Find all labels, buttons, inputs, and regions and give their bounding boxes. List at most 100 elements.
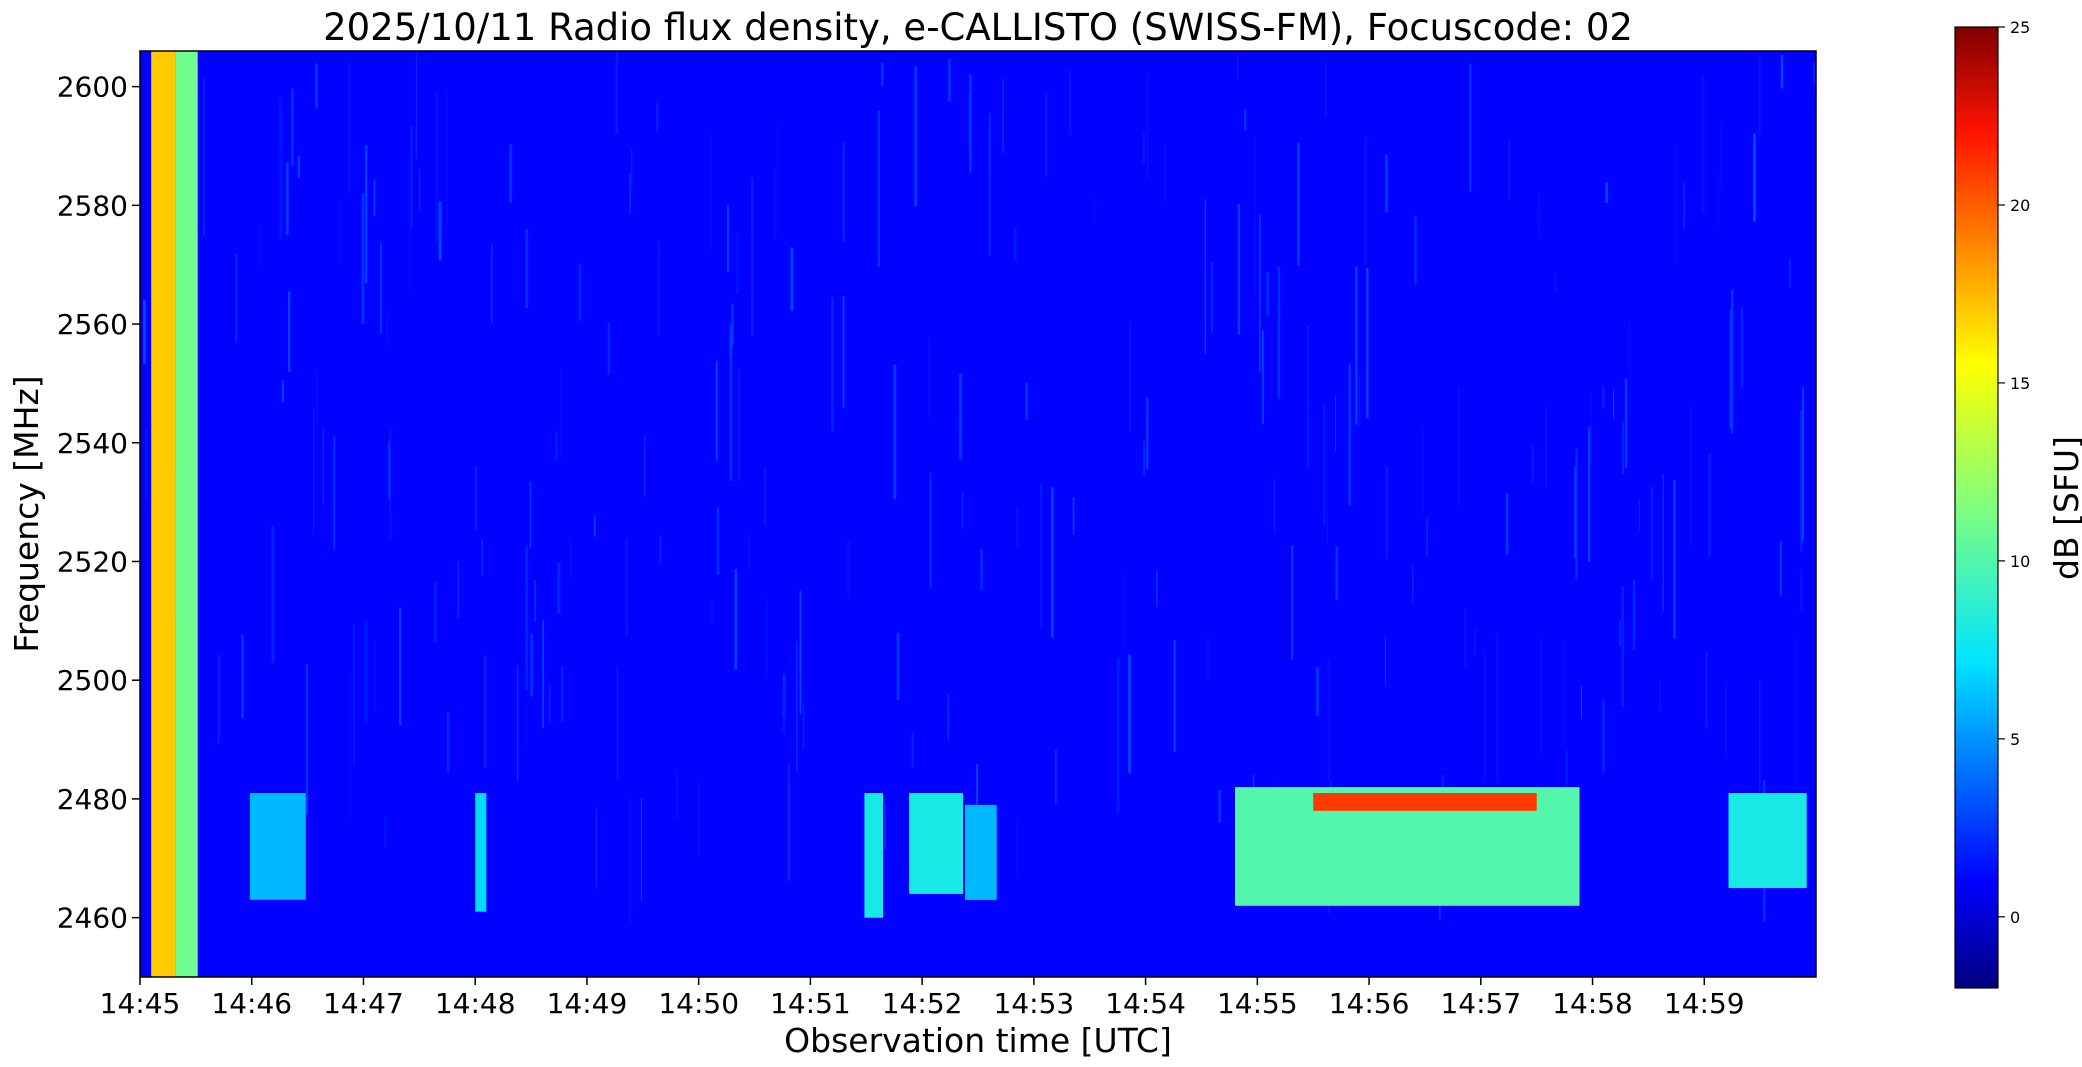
noise-streak: [1605, 182, 1608, 203]
noise-streak: [1358, 374, 1361, 427]
noise-streak: [1800, 569, 1803, 612]
noise-streak: [763, 467, 766, 525]
noise-streak: [1069, 70, 1072, 136]
noise-streak: [1780, 55, 1784, 89]
noise-streak: [1505, 492, 1509, 555]
noise-streak: [716, 507, 720, 575]
noise-streak: [594, 516, 596, 537]
noise-streak: [1495, 633, 1499, 782]
noise-streak: [380, 242, 382, 334]
x-tick-label: 14:58: [1552, 987, 1633, 1020]
noise-streak: [1297, 142, 1300, 266]
noise-streak: [947, 693, 949, 741]
noise-streak: [1054, 749, 1057, 805]
noise-streak: [1335, 394, 1337, 452]
colorbar-tick-label: 5: [2010, 730, 2020, 749]
noise-streak: [1662, 473, 1664, 612]
noise-streak: [734, 569, 737, 670]
noise-streak: [1473, 630, 1477, 656]
noise-streak: [438, 201, 442, 261]
noise-streak: [1366, 267, 1369, 419]
noise-streak: [790, 247, 794, 312]
burst-4: [909, 793, 964, 894]
noise-streak: [796, 641, 798, 772]
noise-streak: [1016, 816, 1018, 877]
noise-streak: [322, 427, 324, 506]
noise-streak: [203, 78, 205, 237]
x-tick-label: 14:50: [658, 987, 739, 1020]
noise-streak: [675, 771, 678, 819]
noise-streak: [315, 369, 318, 421]
noise-streak: [1613, 389, 1615, 419]
x-tick-label: 14:56: [1329, 987, 1410, 1020]
noise-streak: [1325, 61, 1327, 116]
noise-streak: [1740, 306, 1743, 389]
noise-streak: [561, 666, 564, 722]
noise-streak: [709, 133, 712, 250]
noise-streak: [1574, 466, 1576, 559]
noise-streak: [364, 620, 368, 724]
noise-streak: [241, 634, 244, 719]
noise-streak: [1025, 382, 1028, 420]
noise-streak: [418, 167, 421, 212]
noise-streak: [446, 91, 448, 236]
noise-streak: [415, 51, 417, 160]
noise-streak: [1483, 651, 1486, 784]
noise-streak: [349, 675, 352, 821]
noise-streak: [1253, 136, 1257, 293]
noise-streak: [281, 380, 284, 402]
noise-streak: [1411, 564, 1414, 604]
noise-streak: [1689, 405, 1692, 546]
noise-streak: [570, 538, 572, 579]
noise-streak: [616, 665, 618, 778]
noise-streak: [1801, 387, 1804, 541]
x-axis-label: Observation time [UTC]: [784, 1021, 1172, 1060]
noise-streak: [802, 704, 805, 750]
noise-streak: [1306, 326, 1310, 470]
noise-streak: [959, 373, 963, 460]
noise-streak: [291, 88, 294, 167]
y-tick-label: 2580: [57, 189, 128, 222]
noise-streak: [1624, 378, 1628, 468]
noise-streak: [364, 145, 368, 284]
noise-streak: [313, 407, 315, 534]
noise-streak: [1273, 478, 1276, 532]
noise-streak: [435, 90, 439, 242]
noise-streak: [315, 63, 318, 108]
noise-streak: [1323, 403, 1325, 526]
noise-streak: [1717, 169, 1719, 232]
noise-streak: [491, 244, 493, 324]
noise-streak: [1072, 497, 1075, 535]
noise-streak: [726, 205, 729, 272]
noise-streak: [715, 360, 718, 461]
noise-streak: [1628, 322, 1631, 377]
noise-streak: [1725, 682, 1727, 761]
noise-streak: [534, 579, 537, 622]
noise-streak: [548, 684, 551, 724]
noise-streak: [948, 58, 951, 103]
x-tick-label: 14:59: [1664, 987, 1745, 1020]
noise-streak: [1621, 421, 1624, 475]
noise-streak: [529, 481, 532, 548]
noise-streak: [1531, 445, 1535, 484]
noise-streak: [1122, 571, 1125, 660]
noise-streak: [1040, 482, 1043, 628]
noise-streak: [1291, 545, 1293, 660]
noise-streak: [799, 590, 802, 715]
noise-streak: [1632, 579, 1636, 650]
noise-streak: [398, 607, 402, 726]
noise-streak: [1164, 144, 1166, 201]
noise-streak: [279, 97, 283, 241]
noise-streak: [1146, 397, 1149, 470]
noise-streak: [384, 816, 387, 848]
noise-streak: [374, 642, 376, 712]
noise-streak: [1259, 214, 1261, 372]
noise-streak: [1638, 498, 1640, 531]
noise-streak: [1421, 424, 1423, 517]
noise-streak: [737, 368, 741, 481]
x-tick-label: 14:46: [211, 987, 292, 1020]
plot-area: [139, 50, 1817, 978]
colorbar-tick-label: 15: [2010, 374, 2030, 393]
noise-streak: [1602, 699, 1605, 773]
noise-streak: [1554, 270, 1557, 294]
